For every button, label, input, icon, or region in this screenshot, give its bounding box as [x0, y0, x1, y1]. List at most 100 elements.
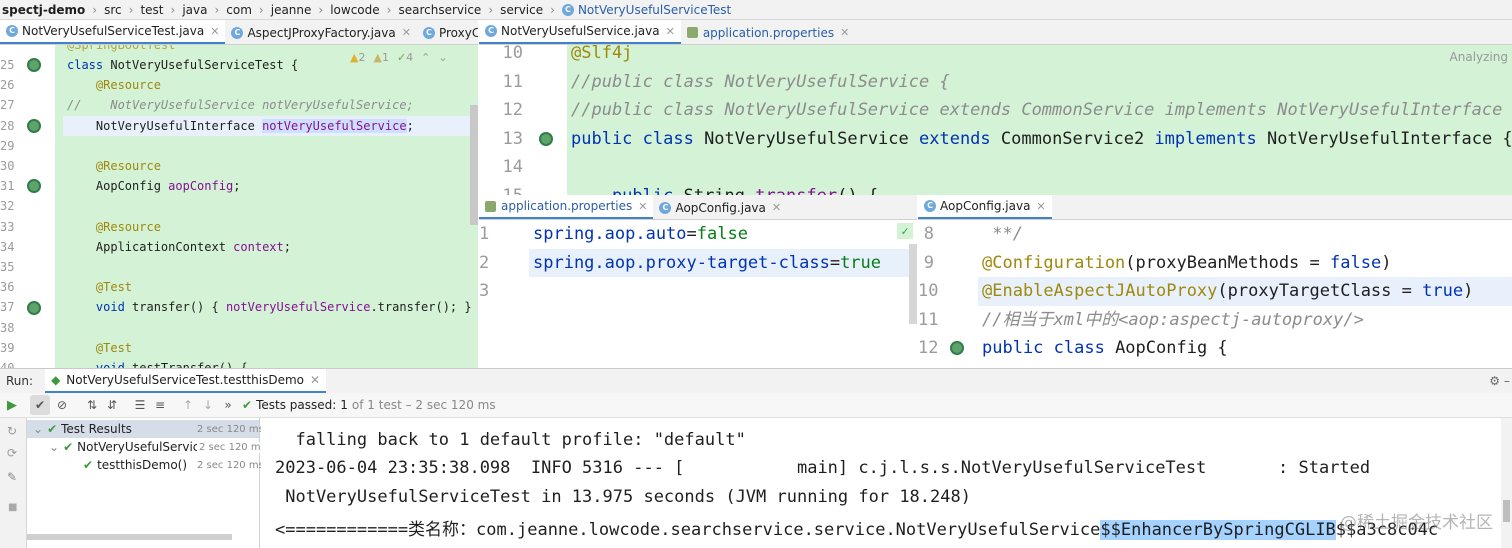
line-number: 30	[0, 159, 15, 173]
breadcrumb-separator-icon: ›	[550, 2, 555, 17]
line-number: 38	[0, 320, 15, 335]
line-number: 34	[0, 239, 15, 254]
aopconfig-code-editor[interactable]: **/ @Configuration(proxyBeanMethods = fal…	[918, 220, 1512, 368]
close-icon[interactable]: ✕	[310, 373, 320, 387]
chevron-down-icon[interactable]: ⌄	[438, 51, 447, 64]
run-gutter-icon[interactable]	[27, 118, 41, 133]
tree-root[interactable]: ⌄ ✔ Test Results 2 sec 120 ms	[27, 420, 264, 438]
minimize-icon[interactable]: –	[1504, 374, 1512, 388]
prev-test-icon[interactable]: ↑	[178, 395, 198, 415]
console-line: NotVeryUsefulServiceTest in 13.975 secon…	[275, 487, 971, 507]
tests-passed-label: Tests passed:	[256, 398, 337, 412]
chevron-down-icon[interactable]: ⌄	[33, 422, 43, 436]
properties-code-editor[interactable]: spring.aop.auto=false spring.aop.proxy-ta…	[479, 220, 917, 368]
breadcrumb-separator-icon: ›	[128, 2, 134, 17]
console-scrollbar[interactable]	[1501, 418, 1512, 548]
breadcrumb-item[interactable]: spectj-demo	[0, 3, 87, 17]
warning-count: ▲2	[350, 51, 366, 64]
console-output[interactable]: falling back to 1 default profile: "defa…	[261, 418, 1501, 548]
breadcrumb-item[interactable]: service	[498, 3, 545, 17]
line-number: 39	[0, 340, 15, 355]
tab-proxycr[interactable]: CProxyCr	[417, 20, 478, 44]
line-number: 10	[918, 281, 939, 301]
show-ignored-icon[interactable]: ⊘	[52, 395, 72, 415]
line-number: 11	[502, 71, 523, 92]
scrollbar[interactable]	[27, 534, 232, 540]
code-line: ApplicationContext context;	[67, 239, 291, 254]
tab-notveryusefulservicetest[interactable]: C NotVeryUsefulServiceTest.java ✕	[0, 20, 226, 44]
more-icon[interactable]: »	[218, 395, 238, 415]
run-config-tab[interactable]: ◆ NotVeryUsefulServiceTest.testthisDemo ✕	[45, 368, 327, 394]
run-gutter-icon[interactable]	[539, 131, 553, 146]
line-number: 25	[0, 58, 15, 72]
collapse-all-icon[interactable]: ≡	[150, 395, 170, 415]
tree-label: NotVeryUsefulService	[77, 440, 207, 454]
scrollbar[interactable]	[909, 244, 917, 324]
breadcrumb-item[interactable]: com	[224, 3, 254, 17]
close-icon[interactable]: ✕	[210, 25, 219, 38]
code-line: @Resource	[67, 78, 161, 93]
line-number: 15	[479, 182, 523, 196]
line-number: 36	[0, 280, 15, 295]
breadcrumb-item[interactable]: src	[102, 3, 124, 17]
tree-method[interactable]: ✔ testthisDemo() 2 sec 120 ms	[27, 456, 264, 474]
breadcrumb-item[interactable]: searchservice	[396, 3, 483, 17]
code-area[interactable]: spring.aop.auto=false spring.aop.proxy-ta…	[529, 220, 917, 368]
close-icon[interactable]: ✕	[840, 26, 849, 39]
code-line: //public class NotVeryUsefulService {	[571, 71, 950, 92]
scrollbar[interactable]	[470, 105, 478, 225]
inspection-widget[interactable]: ▲2 ▲1 ✓4 ⌃ ⌄	[350, 51, 448, 64]
sort-alpha-icon[interactable]: ⇅	[82, 395, 102, 415]
code-line: AopConfig aopConfig;	[67, 179, 241, 194]
code-area[interactable]: class NotVeryUsefulServiceTest { @Resour…	[63, 45, 478, 368]
passed-icon: ✔	[47, 422, 58, 436]
close-icon[interactable]: ✕	[666, 25, 675, 38]
expand-all-icon[interactable]: ☰	[130, 395, 150, 415]
console-line: falling back to 1 default profile: "defa…	[275, 430, 746, 450]
sort-duration-icon[interactable]: ⇵	[102, 395, 122, 415]
run-gutter-icon[interactable]	[27, 300, 41, 315]
toggle-autotest-icon[interactable]: ⟳	[7, 446, 17, 460]
breadcrumb-separator-icon: ›	[386, 2, 392, 17]
code-area[interactable]: **/ @Configuration(proxyBeanMethods = fal…	[978, 220, 1512, 368]
code-area[interactable]: @Slf4j //public class NotVeryUsefulServic…	[567, 45, 1512, 195]
code-line: spring.aop.proxy-target-class=true	[529, 248, 917, 277]
show-passed-icon[interactable]: ✔	[30, 395, 50, 415]
tab-application-properties[interactable]: application.properties ✕	[479, 195, 654, 219]
tab-label: AspectJProxyFactory.java	[247, 25, 396, 40]
close-icon[interactable]: ✕	[638, 200, 647, 213]
breadcrumb-item[interactable]: C NotVeryUsefulServiceTest	[560, 3, 733, 17]
rerun-failed-icon[interactable]: ↻	[7, 424, 17, 438]
close-icon[interactable]: ✕	[772, 201, 781, 214]
test-pass-icon: ◆	[51, 372, 61, 387]
tab-notveryusefulservice[interactable]: C NotVeryUsefulService.java ✕	[479, 20, 681, 44]
line-number: 35	[0, 260, 15, 274]
tab-label: NotVeryUsefulServiceTest.java	[22, 24, 205, 38]
tab-aopconfig[interactable]: C AopConfig.java ✕	[918, 195, 1052, 219]
run-gutter-icon[interactable]	[27, 58, 41, 73]
line-number: 29	[0, 138, 15, 153]
code-line: @Test	[67, 280, 133, 295]
breadcrumb-item[interactable]: java	[180, 3, 209, 17]
tree-class[interactable]: ⌄ ✔ NotVeryUsefulService 2 sec 120 ms	[27, 438, 266, 456]
breadcrumb-item[interactable]: lowcode	[328, 3, 381, 17]
tab-application-properties[interactable]: application.properties ✕	[681, 20, 855, 44]
rerun-icon[interactable]: ▶	[7, 398, 17, 413]
service-code-editor[interactable]: @Slf4j //public class NotVeryUsefulServic…	[479, 45, 1512, 195]
line-number: 40	[0, 361, 15, 368]
stop-icon[interactable]: ■	[8, 502, 17, 513]
breadcrumb-separator-icon: ›	[170, 2, 176, 17]
chevron-up-icon[interactable]: ⌃	[421, 51, 430, 64]
tab-aspectjproxyfactory[interactable]: C AspectJProxyFactory.java ✕	[225, 20, 416, 44]
wrench-icon[interactable]: ✎	[7, 470, 17, 484]
chevron-down-icon[interactable]: ⌄	[49, 440, 59, 454]
left-code-editor[interactable]: class NotVeryUsefulServiceTest { @Resour…	[0, 45, 478, 368]
breadcrumb-separator-icon: ›	[258, 2, 264, 17]
breadcrumb-item[interactable]: jeanne	[269, 3, 314, 17]
close-icon[interactable]: ✕	[1036, 200, 1045, 213]
gear-icon[interactable]: ⚙	[1489, 374, 1500, 388]
next-test-icon[interactable]: ↓	[198, 395, 218, 415]
breadcrumb-item[interactable]: test	[138, 3, 165, 17]
close-icon[interactable]: ✕	[402, 26, 411, 39]
tab-aopconfig[interactable]: C AopConfig.java ✕	[653, 195, 787, 219]
